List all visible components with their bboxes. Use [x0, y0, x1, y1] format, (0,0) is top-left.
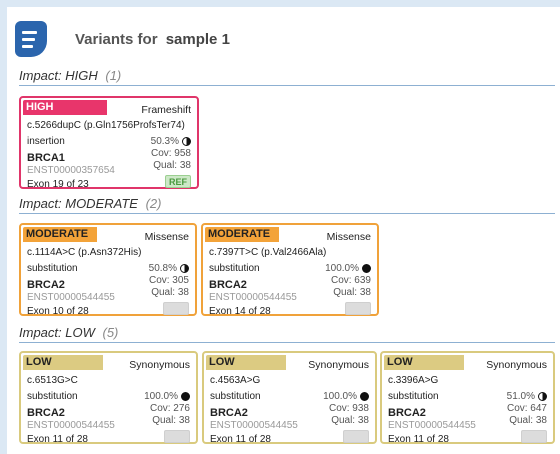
- hgvs: c.3396A>G: [388, 375, 439, 386]
- variant-type: substitution: [210, 391, 261, 402]
- allele-frequency: 50.8%: [149, 263, 189, 274]
- af-value: 100.0%: [144, 391, 178, 402]
- coverage: Cov: 276: [149, 403, 190, 414]
- af-value: 100.0%: [323, 391, 357, 402]
- quality: Qual: 38: [152, 415, 190, 426]
- variant-card[interactable]: LOW Synonymous c.6513G>C substitution 10…: [19, 351, 198, 445]
- ref-button[interactable]: [521, 430, 547, 443]
- gene: BRCA2: [27, 407, 65, 419]
- section-count: (1): [105, 68, 122, 83]
- consequence: Frameshift: [141, 104, 191, 116]
- variant-card[interactable]: MODERATE Missense c.1114A>C (p.Asn372His…: [19, 223, 197, 317]
- variant-card[interactable]: MODERATE Missense c.7397T>C (p.Val2466Al…: [201, 223, 379, 317]
- page: Variants for sample 1 Impact: HIGH (1) H…: [7, 7, 560, 454]
- section-label: Impact: MODERATE: [19, 196, 138, 211]
- hgvs: c.6513G>C: [27, 375, 78, 386]
- section-count: (5): [102, 325, 119, 340]
- allele-frequency: 100.0%: [325, 263, 371, 274]
- ref-button[interactable]: [345, 302, 371, 315]
- impact-badge: MODERATE: [23, 227, 97, 242]
- coverage: Cov: 305: [148, 275, 189, 286]
- sample-name: sample 1: [165, 30, 230, 48]
- gene: BRCA2: [388, 407, 426, 419]
- section-header-low: Impact: LOW (5): [19, 325, 555, 343]
- transcript: ENST00000357654: [27, 165, 115, 176]
- transcript: ENST00000544455: [388, 420, 476, 431]
- allele-frequency: 50.3%: [151, 136, 191, 147]
- hgvs: c.1114A>C (p.Asn372His): [27, 247, 142, 258]
- coverage: Cov: 938: [328, 403, 369, 414]
- coverage: Cov: 647: [506, 403, 547, 414]
- section-header-moderate: Impact: MODERATE (2): [19, 196, 555, 214]
- quality: Qual: 38: [509, 415, 547, 426]
- variant-card[interactable]: LOW Synonymous c.4563A>G substitution 10…: [202, 351, 377, 445]
- exon: Exon 14 of 28: [209, 306, 271, 317]
- page-title: Variants for sample 1: [75, 31, 230, 48]
- menu-icon[interactable]: [15, 21, 47, 57]
- gene: BRCA2: [210, 407, 248, 419]
- impact-badge: HIGH: [23, 100, 107, 115]
- quality: Qual: 38: [331, 415, 369, 426]
- ref-button[interactable]: [343, 430, 369, 443]
- quality: Qual: 38: [333, 287, 371, 298]
- af-value: 51.0%: [506, 391, 535, 402]
- gene: BRCA2: [27, 279, 65, 291]
- variant-type: substitution: [27, 263, 78, 274]
- heterozygous-icon: [182, 137, 191, 146]
- gene: BRCA2: [209, 279, 247, 291]
- quality: Qual: 38: [151, 287, 189, 298]
- transcript: ENST00000544455: [209, 292, 297, 303]
- impact-badge: LOW: [23, 355, 103, 370]
- variant-type: insertion: [27, 136, 65, 147]
- variant-type: substitution: [388, 391, 439, 402]
- exon: Exon 11 of 28: [27, 434, 88, 445]
- consequence: Missense: [144, 231, 189, 243]
- coverage: Cov: 639: [330, 275, 371, 286]
- transcript: ENST00000544455: [27, 292, 115, 303]
- title-text: Variants for: [75, 30, 158, 48]
- consequence: Synonymous: [129, 359, 190, 371]
- exon: Exon 19 of 23: [27, 179, 89, 190]
- impact-badge: MODERATE: [205, 227, 279, 242]
- allele-frequency: 100.0%: [323, 391, 369, 402]
- af-value: 50.8%: [148, 263, 177, 274]
- consequence: Synonymous: [308, 359, 369, 371]
- ref-button[interactable]: REF: [165, 175, 191, 188]
- variant-type: substitution: [27, 391, 78, 402]
- section-count: (2): [145, 196, 162, 211]
- ref-button[interactable]: [163, 302, 189, 315]
- impact-badge: LOW: [206, 355, 286, 370]
- af-value: 50.3%: [150, 136, 179, 147]
- heterozygous-icon: [538, 392, 547, 401]
- hgvs: c.4563A>G: [210, 375, 261, 386]
- impact-badge: LOW: [384, 355, 464, 370]
- quality: Qual: 38: [153, 160, 191, 171]
- ref-button[interactable]: [164, 430, 190, 443]
- coverage: Cov: 958: [150, 148, 191, 159]
- exon: Exon 11 of 28: [210, 434, 271, 445]
- transcript: ENST00000544455: [27, 420, 115, 431]
- header: Variants for sample 1: [15, 19, 230, 59]
- section-label: Impact: HIGH: [19, 68, 98, 83]
- homozygous-icon: [362, 264, 371, 273]
- gene: BRCA1: [27, 152, 65, 164]
- heterozygous-icon: [180, 264, 189, 273]
- hgvs: c.5266dupC (p.Gln1756ProfsTer74): [27, 120, 185, 131]
- consequence: Synonymous: [486, 359, 547, 371]
- consequence: Missense: [326, 231, 371, 243]
- transcript: ENST00000544455: [210, 420, 298, 431]
- allele-frequency: 51.0%: [507, 391, 547, 402]
- section-header-high: Impact: HIGH (1): [19, 68, 555, 86]
- allele-frequency: 100.0%: [144, 391, 190, 402]
- section-label: Impact: LOW: [19, 325, 95, 340]
- exon: Exon 11 of 28: [388, 434, 449, 445]
- homozygous-icon: [360, 392, 369, 401]
- hgvs: c.7397T>C (p.Val2466Ala): [209, 247, 327, 258]
- variant-card[interactable]: HIGH Frameshift c.5266dupC (p.Gln1756Pro…: [19, 96, 199, 190]
- variant-type: substitution: [209, 263, 260, 274]
- exon: Exon 10 of 28: [27, 306, 89, 317]
- af-value: 100.0%: [325, 263, 359, 274]
- homozygous-icon: [181, 392, 190, 401]
- variant-card[interactable]: LOW Synonymous c.3396A>G substitution 51…: [380, 351, 555, 445]
